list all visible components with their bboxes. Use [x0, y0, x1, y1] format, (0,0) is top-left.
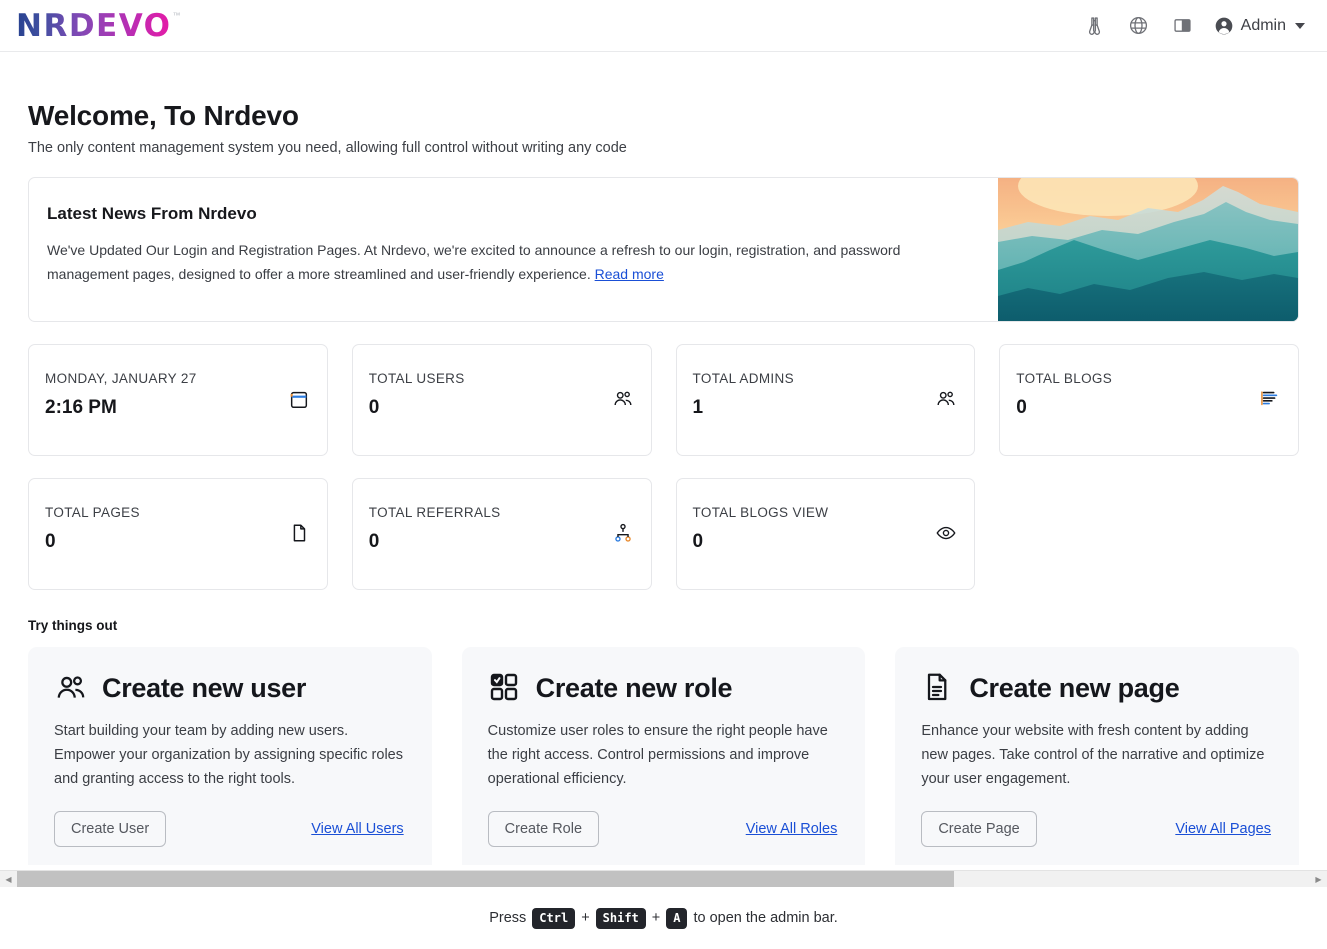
try-card-description: Start building your team by adding new u… [54, 723, 403, 787]
stat-card-total-pages: TOTAL PAGES 0 [28, 478, 328, 590]
stat-value: 2:16 PM [45, 397, 117, 418]
scroll-right-arrow[interactable]: ▶ [1310, 871, 1327, 888]
page-title: Welcome, To Nrdevo [28, 100, 299, 131]
news-image [998, 178, 1298, 321]
globe-icon[interactable] [1126, 13, 1152, 39]
create-role-button[interactable]: Create Role [487, 811, 600, 847]
eye-icon [935, 522, 957, 544]
page-lines-icon [921, 671, 955, 705]
news-body: Latest News From Nrdevo We've Updated Ou… [29, 178, 998, 321]
try-card-description: Enhance your website with fresh content … [921, 723, 1265, 787]
try-card-create-role: Create new role Customize user roles to … [461, 647, 866, 865]
scroll-left-arrow[interactable]: ◀ [0, 871, 17, 888]
view-all-pages-link[interactable]: View All Pages [1175, 821, 1271, 837]
try-card-title: Create new user [102, 672, 307, 703]
panel-contrast-icon[interactable] [1170, 13, 1196, 39]
stat-value: 0 [1016, 397, 1027, 418]
scrollbar-track[interactable] [17, 870, 1310, 888]
binoculars-icon[interactable] [1082, 13, 1108, 39]
create-page-button[interactable]: Create Page [921, 811, 1037, 847]
try-card-description: Customize user roles to ensure the right… [487, 723, 828, 787]
view-all-roles-link[interactable]: View All Roles [746, 821, 838, 837]
try-card-header: Create new user [54, 671, 404, 705]
stat-value: 0 [692, 531, 704, 552]
try-card-header: Create new page [921, 671, 1271, 705]
stat-card-date: MONDAY, JANUARY 27 2:16 PM [28, 344, 328, 456]
page-subtitle: The only content management system you n… [28, 140, 627, 156]
user-menu[interactable]: Admin [1214, 16, 1305, 36]
mountain-sunset-illustration [998, 178, 1298, 321]
stat-value: 0 [368, 397, 380, 418]
try-card-title: Create new role [535, 672, 733, 703]
stat-label: TOTAL USERS [368, 371, 465, 386]
avatar [1215, 17, 1232, 34]
top-header: NRDEVO ™ Admin [0, 0, 1327, 52]
horizontal-scrollbar[interactable]: ◀ ▶ [0, 870, 1327, 888]
stat-label: TOTAL BLOGS VIEW [692, 505, 829, 520]
hint-press-text: Press [489, 910, 527, 926]
try-card-header: Create new role [488, 671, 838, 705]
logo-trademark: ™ [172, 10, 181, 20]
stat-card-total-admins: TOTAL ADMINS 1 [675, 344, 976, 456]
stat-label: TOTAL PAGES [45, 505, 140, 520]
close-icon[interactable] [1260, 192, 1282, 214]
stat-label: MONDAY, JANUARY 27 [45, 371, 197, 386]
stat-label: TOTAL BLOGS [1016, 371, 1113, 386]
stat-card-total-referrals: TOTAL REFERRALS 0 [351, 478, 652, 590]
stat-card-total-users: TOTAL USERS 0 [351, 344, 652, 456]
stat-value: 0 [45, 531, 56, 552]
admin-bar-hint: Press Ctrl + Shift + A to open the admin… [0, 887, 1327, 949]
try-things-heading: Try things out [28, 618, 118, 633]
stat-cards-grid: MONDAY, JANUARY 27 2:16 PM TOTAL USERS 0 [28, 344, 1299, 590]
checkbox-grid-icon [488, 671, 522, 705]
article-lines-icon [1259, 388, 1281, 410]
users-icon [54, 671, 88, 705]
stat-value: 1 [692, 397, 704, 418]
read-more-link[interactable]: Read more [595, 266, 664, 282]
try-card-title: Create new page [969, 672, 1180, 703]
chevron-down-icon[interactable] [1295, 22, 1305, 29]
try-card-create-user: Create new user Start building your team… [28, 647, 432, 865]
calendar-icon [288, 388, 310, 410]
key-shift: Shift [595, 907, 646, 929]
news-paragraph: We've Updated Our Login and Registration… [47, 242, 901, 282]
key-a: A [666, 907, 688, 929]
try-card-create-page: Create new page Enhance your website wit… [895, 647, 1299, 865]
create-user-button[interactable]: Create User [54, 811, 167, 847]
stat-label: TOTAL REFERRALS [368, 505, 501, 520]
users-icon [612, 388, 634, 410]
user-name: Admin [1240, 16, 1286, 34]
news-banner: Latest News From Nrdevo We've Updated Ou… [28, 177, 1299, 322]
hint-plus-1: + [581, 910, 590, 926]
try-card-actions: Create User View All Users [54, 811, 404, 847]
users-icon [935, 388, 957, 410]
news-title: Latest News From Nrdevo [47, 204, 257, 223]
stat-card-total-blogs-view: TOTAL BLOGS VIEW 0 [675, 478, 976, 590]
view-all-users-link[interactable]: View All Users [311, 821, 403, 837]
try-card-actions: Create Role View All Roles [487, 811, 838, 847]
file-icon [288, 522, 310, 544]
news-text: We've Updated Our Login and Registration… [47, 238, 952, 286]
hierarchy-icon [612, 522, 634, 544]
scrollbar-thumb[interactable] [17, 870, 955, 888]
hint-tail-text: to open the admin bar. [693, 910, 838, 926]
try-things-grid: Create new user Start building your team… [28, 647, 1299, 865]
header-actions: Admin [1082, 13, 1305, 39]
brand-logo[interactable]: NRDEVO ™ [16, 9, 181, 43]
hint-plus-2: + [651, 910, 661, 926]
try-card-actions: Create Page View All Pages [921, 811, 1271, 847]
main-content: Welcome, To Nrdevo The only content mana… [0, 52, 1327, 865]
stat-label: TOTAL ADMINS [692, 371, 794, 386]
stat-value: 0 [368, 531, 380, 552]
stat-card-total-blogs: TOTAL BLOGS 0 [999, 344, 1299, 456]
logo-text: NRDEVO [16, 7, 172, 44]
key-ctrl: Ctrl [532, 907, 576, 929]
